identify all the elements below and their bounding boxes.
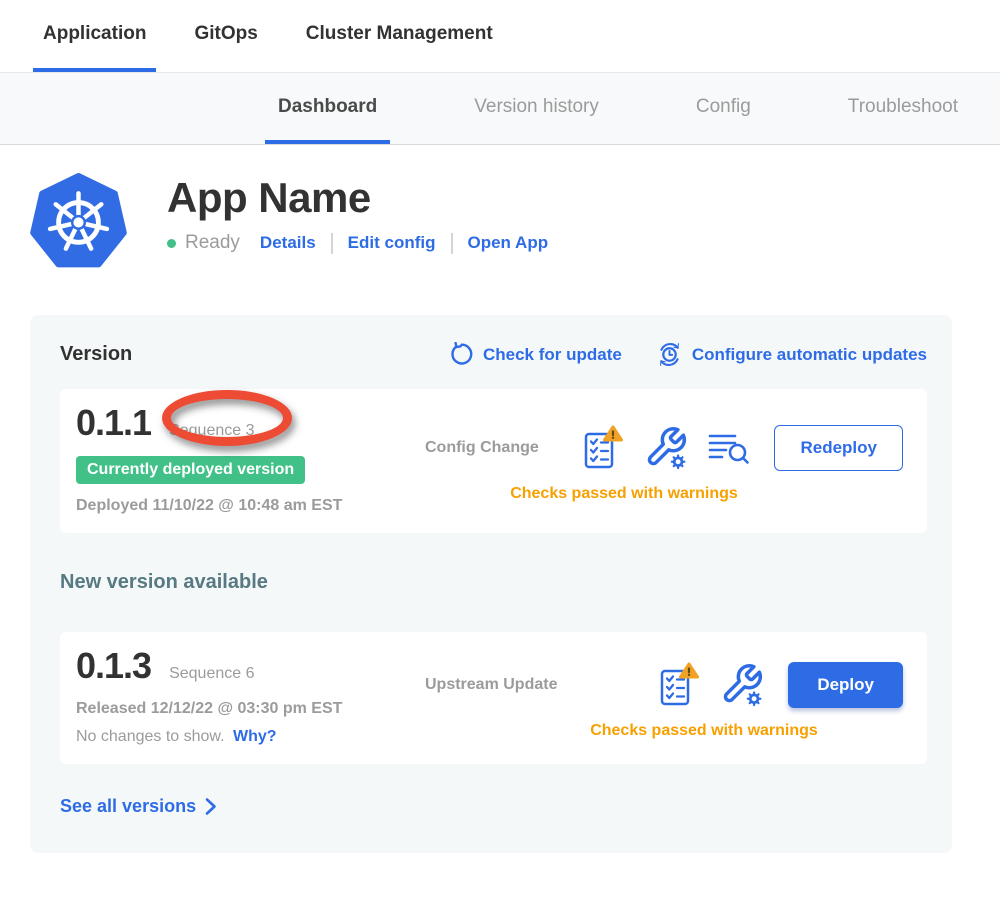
divider [331, 233, 333, 254]
why-link[interactable]: Why? [233, 728, 277, 745]
configure-automatic-updates-label: Configure automatic updates [692, 345, 927, 365]
app-title: App Name [167, 176, 548, 220]
clock-refresh-icon [656, 341, 683, 368]
check-for-update-label: Check for update [483, 345, 622, 365]
released-timestamp: Released 12/12/22 @ 03:30 pm EST [76, 700, 416, 718]
current-version-card: 0.1.1 Sequence 3 Currently deployed vers… [60, 389, 927, 533]
available-version-card: 0.1.3 Sequence 6 Released 12/12/22 @ 03:… [60, 632, 927, 764]
status-label: Ready [185, 232, 240, 254]
currently-deployed-badge: Currently deployed version [76, 456, 305, 484]
divider [451, 233, 453, 254]
status-ready-dot [167, 239, 176, 248]
version-panel: Version Check for update Configure [30, 315, 952, 853]
tab-dashboard[interactable]: Dashboard [265, 73, 390, 144]
open-app-link[interactable]: Open App [468, 233, 549, 253]
wrench-config-icon[interactable] [644, 425, 688, 471]
edit-config-link[interactable]: Edit config [348, 233, 436, 253]
view-files-search-icon[interactable] [708, 430, 750, 466]
wrench-config-icon[interactable] [720, 662, 764, 708]
check-for-update-button[interactable]: Check for update [449, 342, 622, 367]
current-version-number: 0.1.1 [76, 402, 151, 444]
tab-application[interactable]: Application [33, 0, 156, 72]
current-checks-status[interactable]: Checks passed with warnings [425, 485, 903, 503]
primary-nav: Application GitOps Cluster Management [0, 0, 1000, 72]
deployed-timestamp: Deployed 11/10/22 @ 10:48 am EST [76, 497, 416, 515]
preflight-checks-icon[interactable] [582, 425, 624, 471]
see-all-versions-label: See all versions [60, 796, 196, 817]
available-source-type: Upstream Update [425, 676, 557, 694]
tab-version-history[interactable]: Version history [461, 73, 612, 144]
version-panel-title: Version [60, 343, 132, 366]
chevron-right-icon [205, 797, 217, 816]
available-sequence-label: Sequence 6 [169, 665, 254, 683]
tab-gitops[interactable]: GitOps [184, 0, 267, 72]
refresh-icon [449, 342, 474, 367]
preflight-checks-icon[interactable] [658, 662, 700, 708]
details-link[interactable]: Details [260, 233, 316, 253]
tab-config[interactable]: Config [683, 73, 764, 144]
tab-cluster-management[interactable]: Cluster Management [296, 0, 503, 72]
new-version-heading: New version available [60, 571, 927, 594]
see-all-versions-link[interactable]: See all versions [60, 796, 927, 817]
deploy-button[interactable]: Deploy [788, 662, 903, 708]
current-sequence-label: Sequence 3 [169, 422, 254, 440]
available-version-number: 0.1.3 [76, 645, 151, 687]
app-sub-nav: Dashboard Version history Config Trouble… [0, 72, 1000, 145]
app-header: App Name Ready Details Edit config Open … [30, 172, 1000, 269]
current-source-type: Config Change [425, 439, 539, 457]
kubernetes-logo-icon [30, 172, 127, 269]
tab-troubleshoot[interactable]: Troubleshoot [835, 73, 971, 144]
available-checks-status[interactable]: Checks passed with warnings [425, 722, 903, 740]
configure-automatic-updates-button[interactable]: Configure automatic updates [656, 341, 927, 368]
redeploy-button[interactable]: Redeploy [774, 425, 903, 471]
diff-summary-text: No changes to show. [76, 728, 225, 745]
